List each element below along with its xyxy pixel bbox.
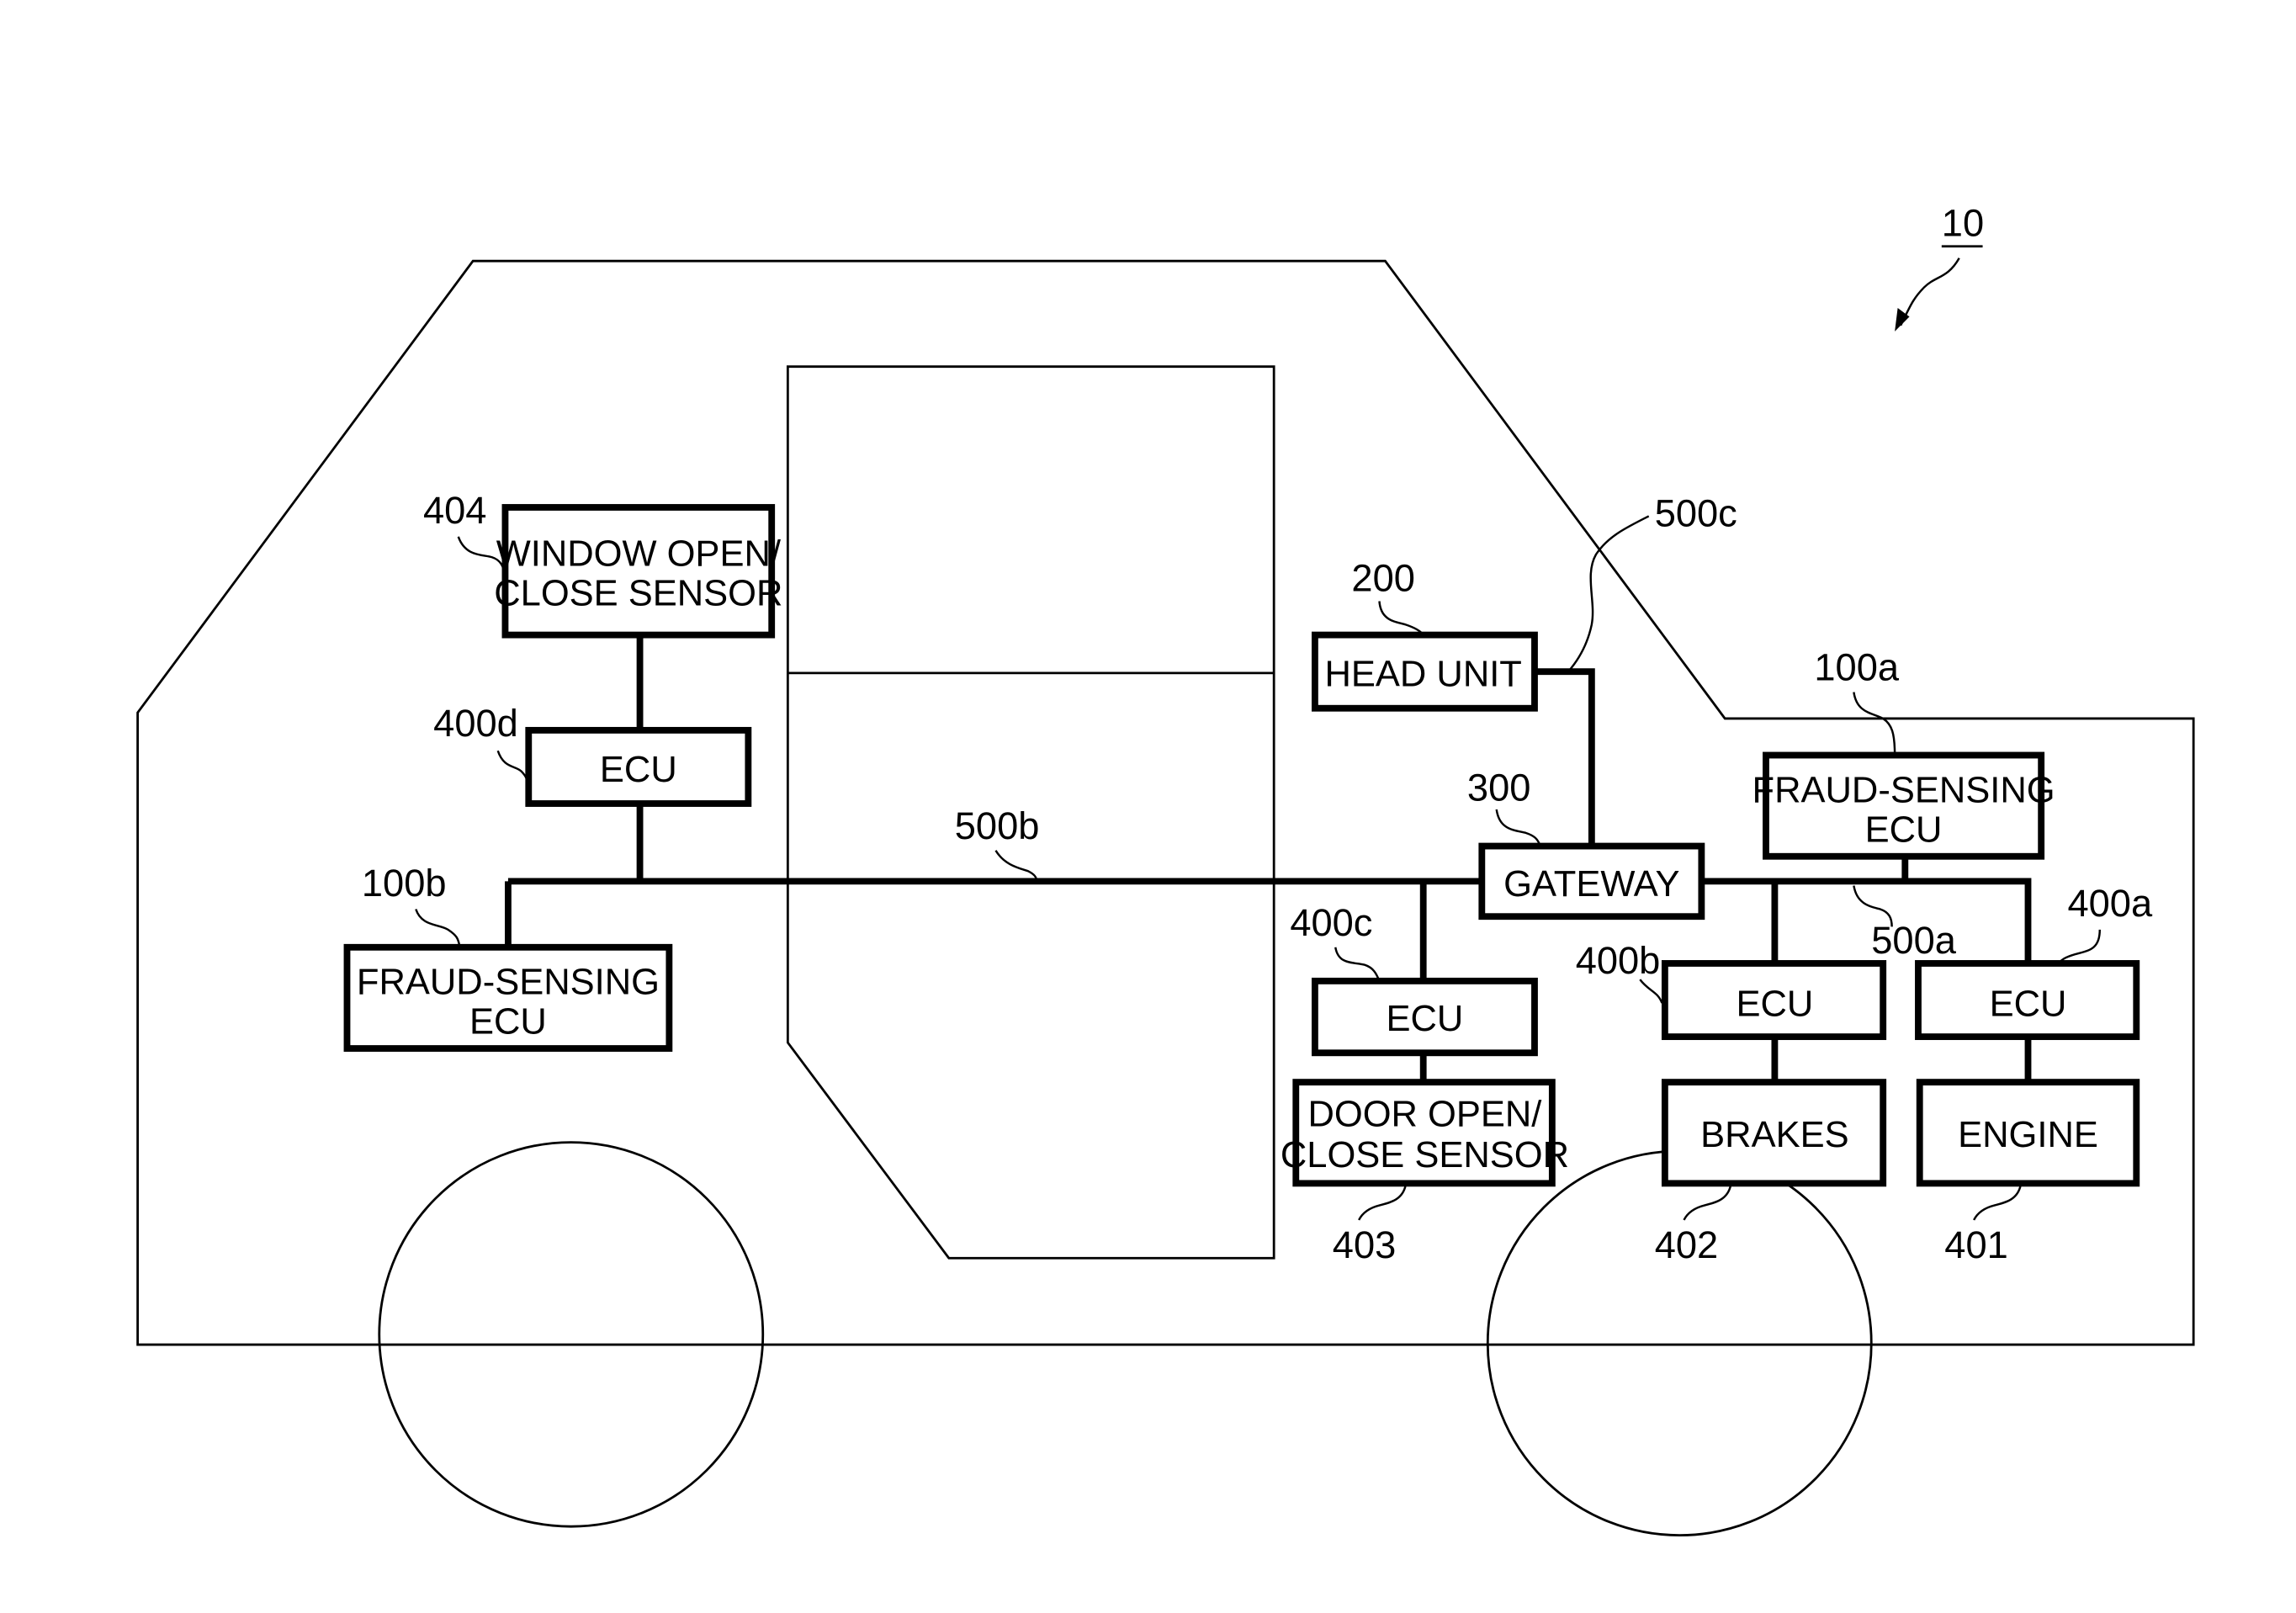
leader-100b: [415, 909, 461, 948]
ref-100a: 100a: [1814, 646, 1899, 689]
ref-500c: 500c: [1655, 492, 1737, 535]
ecu-400c-label: ECU: [1387, 999, 1464, 1039]
front-wheel: [1486, 1149, 1873, 1537]
ref-402: 402: [1655, 1223, 1718, 1266]
door-sensor-label-line1: DOOR OPEN/: [1308, 1094, 1543, 1134]
ecu-400d-box: ECU: [525, 726, 752, 807]
leader-400a: [2058, 929, 2102, 964]
leader-300: [1495, 809, 1542, 847]
window-sensor-label-line2: CLOSE SENSOR: [494, 574, 782, 614]
window-sensor-box: WINDOW OPEN/ CLOSE SENSOR: [494, 504, 782, 639]
fraud-ecu-100b-label-line2: ECU: [469, 1002, 547, 1043]
vehicle-network-diagram: 10 WINDOW OPEN/ CLOSE SENSOR ECU FRAUD-S…: [136, 202, 2195, 1537]
brakes-box: BRAKES: [1661, 1079, 1887, 1187]
engine-label: ENGINE: [1958, 1115, 2098, 1155]
fraud-ecu-100a-label-line1: FRAUD-SENSING: [1752, 770, 2055, 810]
ecu-400b-box: ECU: [1661, 960, 1887, 1041]
leader-401: [1973, 1184, 2022, 1221]
figure-ref-arrow: [1899, 257, 1960, 326]
door-sensor-box: DOOR OPEN/ CLOSE SENSOR: [1281, 1079, 1569, 1187]
ref-500b: 500b: [955, 804, 1040, 847]
ref-404: 404: [423, 489, 486, 532]
ref-300: 300: [1467, 767, 1530, 809]
bus-500c: [1535, 668, 1595, 846]
leader-500c: [1567, 515, 1650, 672]
head-unit-box: HEAD UNIT: [1311, 631, 1538, 712]
leader-402: [1683, 1184, 1732, 1221]
fraud-ecu-100a-label-line2: ECU: [1865, 809, 1943, 850]
ecu-400d-label: ECU: [600, 750, 677, 790]
fraud-ecu-100b-box: FRAUD-SENSING ECU: [343, 943, 673, 1052]
ref-200: 200: [1351, 556, 1414, 599]
ecu-400b-label: ECU: [1736, 984, 1813, 1025]
ref-401: 401: [1944, 1223, 2007, 1266]
leader-400d: [496, 750, 530, 789]
gateway-label: GATEWAY: [1503, 864, 1679, 905]
leader-100a: [1853, 692, 1896, 756]
ref-100b: 100b: [362, 862, 447, 905]
ecu-400c-box: ECU: [1311, 977, 1538, 1057]
rear-wheel: [378, 1141, 765, 1528]
ref-400c: 400c: [1290, 901, 1372, 944]
ecu-400a-label: ECU: [1990, 984, 2067, 1025]
brakes-label: BRAKES: [1700, 1115, 1848, 1155]
ref-400b: 400b: [1576, 939, 1661, 982]
fraud-ecu-100a-box: FRAUD-SENSING ECU: [1752, 751, 2055, 860]
engine-box: ENGINE: [1916, 1079, 2140, 1187]
fraud-ecu-100b-label-line1: FRAUD-SENSING: [357, 963, 660, 1003]
leader-403: [1358, 1184, 1408, 1221]
ref-500a: 500a: [1871, 919, 1956, 962]
ref-400d: 400d: [433, 702, 518, 745]
leader-400b: [1639, 979, 1663, 1004]
figure-ref-label: 10: [1942, 202, 1984, 245]
head-unit-label: HEAD UNIT: [1325, 655, 1522, 695]
leader-200: [1378, 601, 1424, 636]
gateway-box: GATEWAY: [1478, 842, 1705, 921]
door-sensor-label-line2: CLOSE SENSOR: [1281, 1135, 1569, 1175]
ecu-400a-box: ECU: [1915, 960, 2140, 1041]
ref-400a: 400a: [2067, 882, 2152, 925]
leader-500b: [994, 850, 1038, 882]
window-sensor-label-line1: WINDOW OPEN/: [496, 534, 782, 575]
ref-403: 403: [1333, 1223, 1396, 1266]
leader-400c: [1334, 947, 1381, 982]
